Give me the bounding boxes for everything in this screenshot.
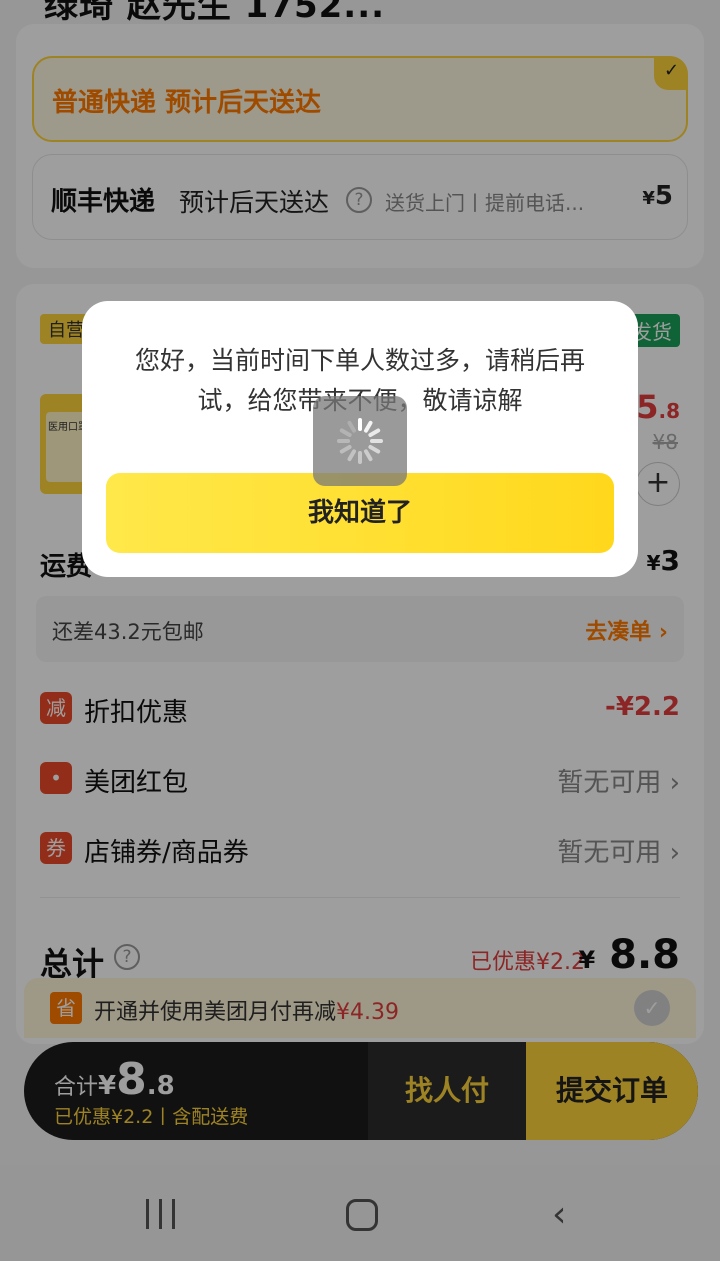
loading-spinner-icon xyxy=(313,396,407,486)
order-page: 绿琦 赵先生 1752... 普通快递 预计后天送达 ✓ 顺丰快递 预计后天送达… xyxy=(0,0,720,1261)
modal-overlay xyxy=(0,0,720,1261)
